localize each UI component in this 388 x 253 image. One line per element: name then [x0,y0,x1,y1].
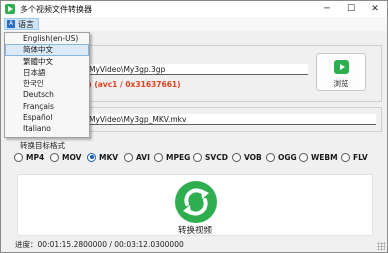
language-option-german[interactable]: Deutsch [5,89,89,100]
convert-button[interactable]: 转换视频 [17,174,373,236]
language-option-english[interactable]: English(en-US) [5,33,89,44]
format-option-mp4[interactable]: MP4 [14,151,44,163]
browse-button[interactable]: 浏览 [316,53,366,91]
maximize-button[interactable]: ☐ [339,1,363,17]
radio-vob[interactable] [232,152,241,162]
close-button[interactable]: ✕ [363,1,387,17]
language-option-french[interactable]: Français [5,101,89,112]
codec-info: igh) (avc1 / 0x31637661) [75,80,181,89]
radio-svcd[interactable] [193,152,202,162]
format-label-avi: AVI [136,152,150,162]
format-option-flv[interactable]: FLV [341,151,368,163]
language-option-traditional-chinese[interactable]: 繁體中文 [5,56,89,67]
window-controls: ─ ☐ ✕ [315,1,387,17]
app-icon [5,4,15,14]
format-label-vob: VOB [244,152,262,162]
play-icon [334,60,349,74]
language-option-simplified-chinese[interactable]: 简体中文 [5,44,89,56]
menu-bar: A 语言 [1,17,387,31]
format-label-webm: WEBM [311,152,338,162]
progress-text: 进度：00:01:15.2800000 / 00:03:12.0300000 [15,240,184,249]
source-path-input[interactable]: MyVideo\My3gp.3gp [87,64,308,75]
format-label-mov: MOV [62,152,82,162]
language-option-korean[interactable]: 한국인 [5,78,89,89]
language-option-japanese[interactable]: 日本語 [5,67,89,78]
radio-mkv[interactable] [87,152,96,162]
format-label-mp4: MP4 [26,152,45,162]
format-label-ogg: OGG [278,152,297,162]
browse-label: 浏览 [333,79,349,88]
language-dropdown: English(en-US) 简体中文 繁體中文 日本語 한국인 Deutsch… [4,32,90,138]
format-option-mpeg[interactable]: MPEG [154,151,190,163]
language-option-spanish[interactable]: Español [5,112,89,123]
language-option-italian[interactable]: Italiano [5,123,89,134]
output-path-input[interactable]: MyVideo\My3gp_MKV.mkv [87,114,376,125]
format-option-ogg[interactable]: OGG [266,151,297,163]
radio-avi[interactable] [124,152,133,162]
format-option-mov[interactable]: MOV [50,151,81,163]
resize-grip[interactable] [377,242,385,250]
radio-flv[interactable] [341,152,350,162]
format-section-label: 转换目标格式 [20,141,65,150]
format-option-webm[interactable]: WEBM [299,151,338,163]
title-bar: 多个视频文件转换器 ─ ☐ ✕ [1,1,387,17]
language-menu[interactable]: A 语言 [4,18,39,30]
radio-mov[interactable] [50,152,59,162]
format-label-mpeg: MPEG [166,152,191,162]
format-option-avi[interactable]: AVI [124,151,150,163]
format-label-mkv: MKV [99,152,119,162]
format-option-svcd[interactable]: SVCD [193,151,228,163]
format-label-flv: FLV [353,152,368,162]
radio-mpeg[interactable] [154,152,163,162]
format-label-svcd: SVCD [205,152,228,162]
refresh-icon [175,181,217,223]
language-menu-label: 语言 [18,19,34,29]
window-title: 多个视频文件转换器 [20,4,92,14]
radio-webm[interactable] [299,152,308,162]
radio-ogg[interactable] [266,152,275,162]
minimize-button[interactable]: ─ [315,1,339,17]
radio-mp4[interactable] [14,152,23,162]
language-icon: A [7,20,15,28]
format-radio-group: MP4 MOV MKV AVI MPEG SVCD VOB OGG WEBM F… [7,151,383,163]
app-window: 多个视频文件转换器 ─ ☐ ✕ A 语言 MyVideo\My3gp.3gp i… [0,0,388,253]
format-option-vob[interactable]: VOB [232,151,262,163]
format-option-mkv[interactable]: MKV [87,151,118,163]
convert-label: 转换视频 [177,226,212,236]
